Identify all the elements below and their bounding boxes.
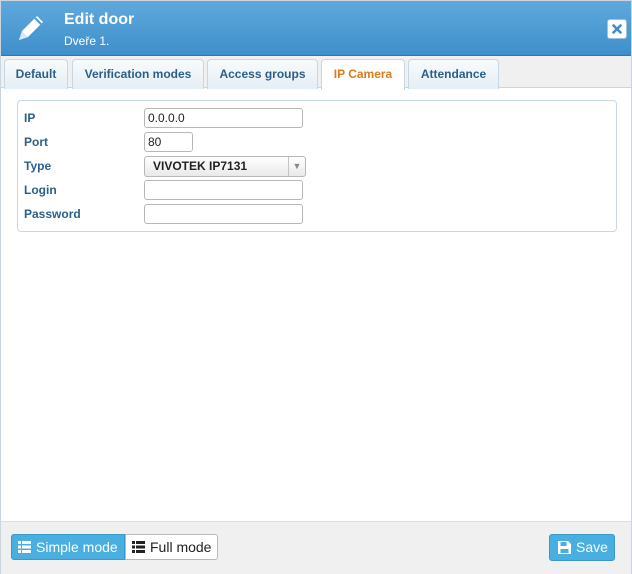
pencil-icon (19, 16, 43, 40)
chevron-down-icon: ▼ (288, 157, 305, 176)
tab-ip-camera[interactable]: IP Camera (321, 59, 405, 90)
ip-input[interactable] (144, 108, 303, 128)
login-label: Login (24, 183, 57, 197)
close-icon (612, 24, 622, 34)
full-mode-button[interactable]: Full mode (125, 534, 218, 560)
dialog-subtitle: Dveře 1. (64, 34, 110, 48)
tab-default[interactable]: Default (4, 59, 68, 89)
dialog-footer: Simple mode Full mode Save (1, 521, 631, 574)
login-input[interactable] (144, 180, 303, 200)
type-label: Type (24, 159, 52, 173)
dialog-title: Edit door (64, 11, 135, 28)
password-label: Password (24, 207, 81, 221)
edit-door-dialog: Edit door Dveře 1. Default Verification … (0, 0, 632, 574)
tab-access-groups[interactable]: Access groups (207, 59, 318, 89)
list-icon (132, 541, 145, 553)
full-mode-label: Full mode (150, 539, 212, 555)
port-input[interactable] (144, 132, 193, 152)
save-label: Save (576, 539, 608, 555)
dialog-header: Edit door Dveře 1. (1, 1, 631, 56)
password-input[interactable] (144, 204, 303, 224)
simple-mode-button[interactable]: Simple mode (11, 534, 125, 560)
port-label: Port (24, 135, 48, 149)
ip-label: IP (24, 111, 36, 125)
type-select-value: VIVOTEK IP7131 (153, 159, 248, 173)
tab-bar: Default Verification modes Access groups… (1, 56, 631, 90)
type-select[interactable]: VIVOTEK IP7131 ▼ (144, 156, 306, 177)
simple-mode-label: Simple mode (36, 539, 118, 555)
save-button[interactable]: Save (549, 534, 615, 561)
ip-camera-panel: IP Port Type VIVOTEK IP7131 ▼ Login Pass… (17, 100, 617, 232)
tab-attendance[interactable]: Attendance (408, 59, 499, 89)
close-button[interactable] (607, 19, 627, 39)
tab-verification-modes[interactable]: Verification modes (72, 59, 204, 89)
floppy-disk-icon (558, 541, 571, 554)
list-icon (18, 541, 31, 553)
